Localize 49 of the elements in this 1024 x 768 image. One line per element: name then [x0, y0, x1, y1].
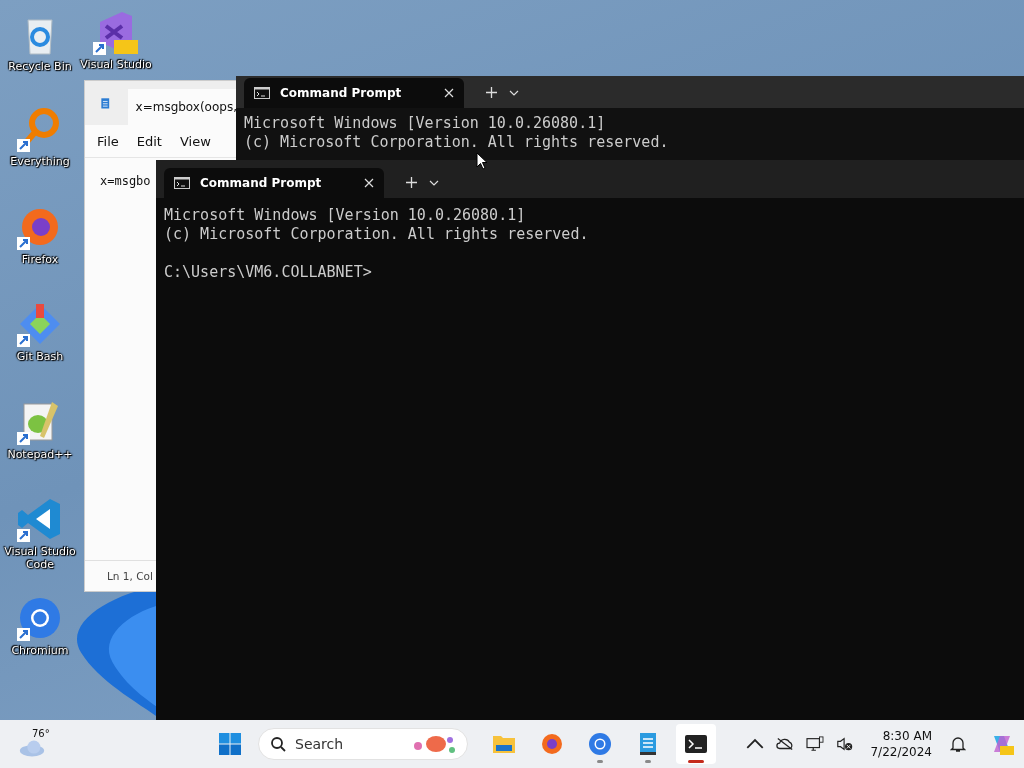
- menu-item[interactable]: Edit: [136, 133, 162, 149]
- date-text: 7/22/2024: [870, 744, 932, 760]
- desktop-icon-label: Recycle Bin: [8, 60, 72, 73]
- terminal-tab[interactable]: Command Prompt: [244, 78, 464, 108]
- start-icon[interactable]: [218, 732, 242, 756]
- console-line: Microsoft Windows [Version 10.0.26080.1]: [244, 114, 607, 133]
- new-tab-icon[interactable]: [406, 177, 417, 188]
- command-prompt-icon: [254, 87, 270, 99]
- console-line: (c) Microsoft Corporation. All rights reserved.: [244, 133, 670, 152]
- console-line: (c) Microsoft Corporation. All rights reserved.: [164, 225, 590, 244]
- volume-muted-icon[interactable]: [836, 736, 855, 752]
- dropdown-icon[interactable]: [509, 90, 519, 96]
- desktop-icon-label: Notepad++: [7, 448, 73, 461]
- editor-text: x=msgbo: [100, 174, 151, 188]
- command-prompt-line: C:\Users\VM6.COLLABNET>: [164, 263, 373, 282]
- menu-item[interactable]: File: [97, 133, 119, 149]
- desktop-icon-label: Visual Studio Code: [4, 545, 76, 571]
- desktop-icon-label: Firefox: [21, 253, 59, 266]
- temperature: 76°: [32, 728, 50, 739]
- search-icon: [270, 736, 286, 752]
- search-field[interactable]: Search: [258, 728, 468, 760]
- menu-item[interactable]: View: [179, 133, 211, 149]
- cursor-icon: [476, 152, 488, 170]
- bell-icon[interactable]: [950, 735, 966, 753]
- cloud-off-icon[interactable]: [776, 736, 795, 752]
- close-icon[interactable]: [444, 88, 454, 98]
- desktop-icon-label: Everything: [10, 155, 70, 168]
- notepad-tab[interactable]: x=msgbox(oops,: [127, 89, 237, 125]
- terminal-icon: [684, 732, 708, 756]
- new-tab-icon[interactable]: [486, 87, 497, 98]
- dropdown-icon[interactable]: [429, 180, 439, 186]
- status-text: Ln 1, Col: [107, 570, 153, 582]
- desktop-icon-label: Chromium: [11, 644, 69, 657]
- running-indicator: [645, 760, 651, 763]
- chromium-icon: [588, 732, 612, 756]
- firefox-icon: [540, 732, 564, 756]
- desktop-icon-label: Git Bash: [16, 350, 64, 363]
- monitor-icon[interactable]: [806, 736, 825, 752]
- command-prompt-icon: [174, 177, 190, 189]
- close-icon[interactable]: [364, 178, 374, 188]
- terminal-tab[interactable]: Command Prompt: [164, 168, 384, 198]
- time-text: 8:30 AM: [882, 728, 932, 744]
- notepad-icon: [99, 95, 112, 111]
- running-indicator: [688, 760, 704, 763]
- terminal-taskbar-button[interactable]: [676, 724, 716, 764]
- running-indicator: [597, 760, 603, 763]
- console-line: Microsoft Windows [Version 10.0.26080.1]: [164, 206, 527, 225]
- clock[interactable]: 8:30 AM 7/22/2024: [870, 728, 932, 760]
- desktop-icon-label: Visual Studio: [80, 58, 152, 71]
